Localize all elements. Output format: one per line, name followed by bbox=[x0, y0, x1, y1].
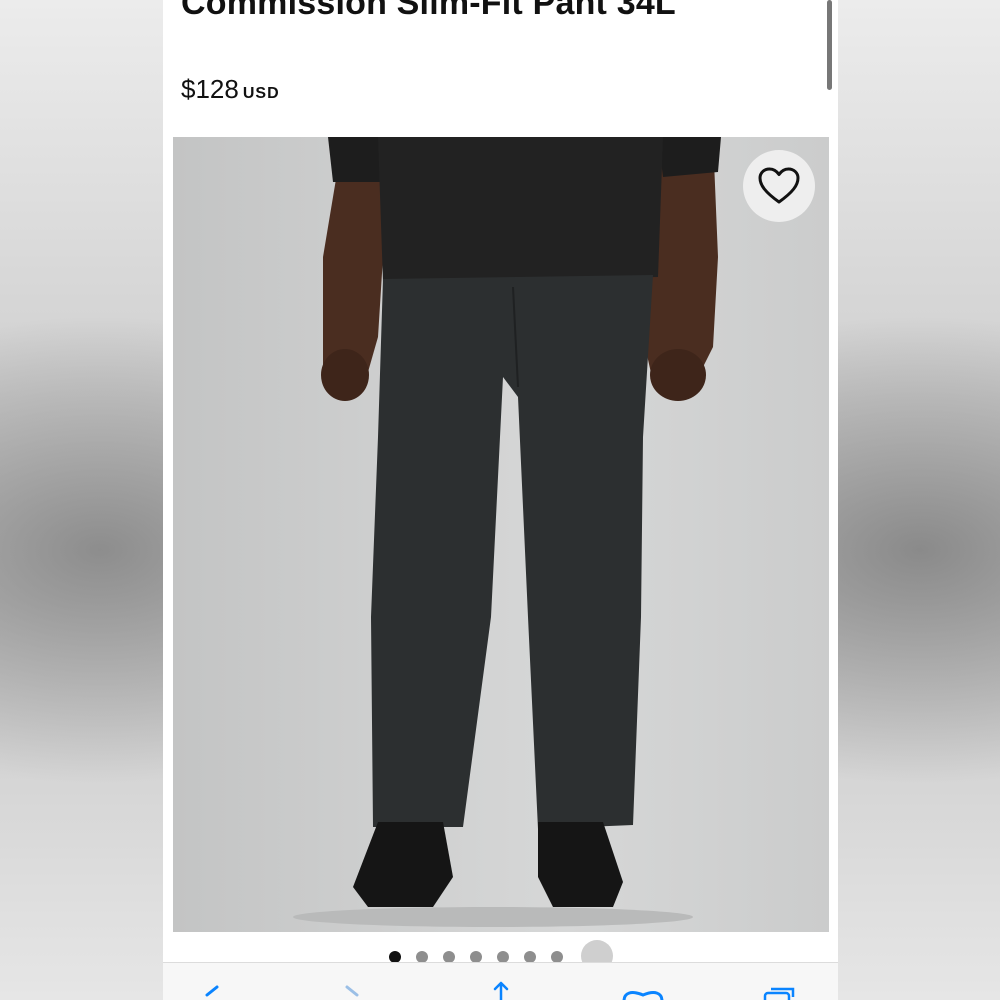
right-hand bbox=[650, 349, 706, 401]
tabs-icon[interactable] bbox=[763, 987, 797, 1000]
model-illustration bbox=[293, 137, 721, 927]
right-sleeve bbox=[658, 137, 721, 177]
back-chevron-icon[interactable] bbox=[201, 985, 223, 1000]
product-title: Commission Slim-Fit Pant 34L bbox=[181, 0, 676, 22]
scrollbar[interactable] bbox=[827, 0, 832, 90]
right-shoe bbox=[538, 822, 623, 907]
left-hand bbox=[321, 349, 369, 401]
heart-icon bbox=[758, 167, 800, 204]
product-price: $128 USD bbox=[181, 74, 280, 105]
sweater bbox=[378, 137, 663, 282]
forward-chevron-icon[interactable] bbox=[341, 985, 363, 1000]
product-image[interactable] bbox=[173, 137, 829, 932]
phone-screen: Commission Slim-Fit Pant 34L $128 USD bbox=[163, 0, 838, 1000]
browser-toolbar bbox=[163, 962, 838, 1000]
pants bbox=[371, 275, 653, 829]
floor-shadow bbox=[293, 907, 693, 927]
share-icon[interactable] bbox=[489, 981, 513, 1000]
left-shoe bbox=[353, 822, 453, 907]
bookmarks-icon[interactable] bbox=[621, 987, 665, 1000]
wishlist-button[interactable] bbox=[743, 150, 815, 222]
price-currency: USD bbox=[242, 85, 280, 102]
price-amount: $128 bbox=[181, 74, 239, 104]
